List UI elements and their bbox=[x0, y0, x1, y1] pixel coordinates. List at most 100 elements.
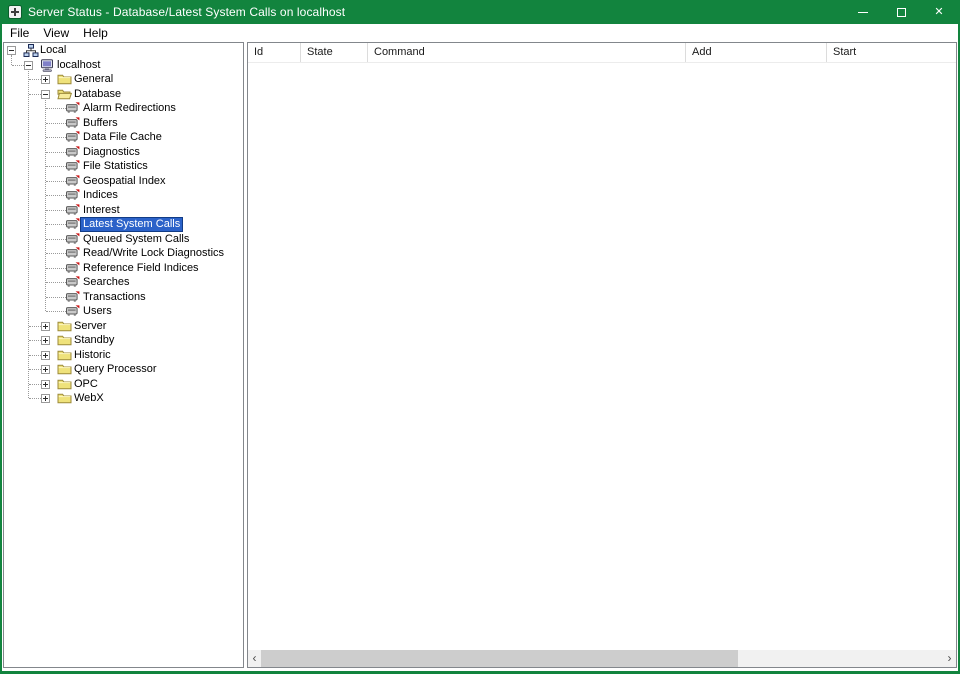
scroll-track[interactable] bbox=[261, 650, 943, 667]
server-status-window: Server Status - Database/Latest System C… bbox=[0, 0, 960, 674]
column-header-start[interactable]: Start bbox=[827, 43, 956, 62]
tree-item-label[interactable]: OPC bbox=[72, 378, 100, 391]
tree-item-localhost[interactable]: localhost bbox=[4, 58, 243, 73]
column-header-state[interactable]: State bbox=[301, 43, 368, 62]
tree-item-historic[interactable]: Historic bbox=[4, 348, 243, 363]
tree-item-transactions[interactable]: Transactions bbox=[4, 290, 243, 305]
tree-item-label[interactable]: Read/Write Lock Diagnostics bbox=[81, 247, 226, 260]
status-table-icon bbox=[66, 117, 82, 130]
tree-connector bbox=[46, 297, 67, 298]
tree-connector bbox=[46, 311, 67, 312]
tree: Local localhostGeneral DatabaseAlarm Redir… bbox=[4, 43, 243, 667]
tree-connector bbox=[29, 369, 42, 370]
status-table-icon bbox=[66, 305, 82, 318]
tree-item-label[interactable]: Database bbox=[72, 88, 123, 101]
tree-item-diagnostics[interactable]: Diagnostics bbox=[4, 145, 243, 160]
menu-item-view[interactable]: View bbox=[36, 24, 76, 42]
status-table-icon bbox=[66, 218, 82, 231]
tree-item-label[interactable]: General bbox=[72, 73, 115, 86]
tree-connector bbox=[29, 384, 42, 385]
menu-item-file[interactable]: File bbox=[3, 24, 36, 42]
folder-icon bbox=[57, 378, 73, 391]
tree-item-file-statistics[interactable]: File Statistics bbox=[4, 159, 243, 174]
expander-plus-icon[interactable] bbox=[41, 322, 50, 331]
tree-item-server[interactable]: Server bbox=[4, 319, 243, 334]
tree-panel: Local localhostGeneral DatabaseAlarm Redir… bbox=[3, 42, 244, 668]
tree-item-label[interactable]: Data File Cache bbox=[81, 131, 164, 144]
column-header-command[interactable]: Command bbox=[368, 43, 686, 62]
minimize-button[interactable] bbox=[844, 0, 882, 24]
tree-item-queued-system-calls[interactable]: Queued System Calls bbox=[4, 232, 243, 247]
tree-item-label[interactable]: Standby bbox=[72, 334, 116, 347]
expander-plus-icon[interactable] bbox=[41, 365, 50, 374]
tree-item-indices[interactable]: Indices bbox=[4, 188, 243, 203]
menu-item-help[interactable]: Help bbox=[76, 24, 115, 42]
expander-plus-icon[interactable] bbox=[41, 75, 50, 84]
folder-icon bbox=[57, 349, 73, 362]
scroll-right-button[interactable]: › bbox=[943, 650, 956, 667]
tree-item-label[interactable]: Latest System Calls bbox=[81, 218, 182, 231]
horizontal-scrollbar[interactable]: ‹ › bbox=[248, 650, 956, 667]
tree-item-label[interactable]: Searches bbox=[81, 276, 131, 289]
expander-minus-icon[interactable] bbox=[7, 46, 16, 55]
tree-item-label[interactable]: Buffers bbox=[81, 117, 120, 130]
tree-item-latest-system-calls[interactable]: Latest System Calls bbox=[4, 217, 243, 232]
tree-item-reference-field-indices[interactable]: Reference Field Indices bbox=[4, 261, 243, 276]
tree-item-label[interactable]: Geospatial Index bbox=[81, 175, 168, 188]
tree-item-label[interactable]: Query Processor bbox=[72, 363, 159, 376]
tree-item-label[interactable]: File Statistics bbox=[81, 160, 150, 173]
expander-plus-icon[interactable] bbox=[41, 380, 50, 389]
column-header-id[interactable]: Id bbox=[248, 43, 301, 62]
expander-minus-icon[interactable] bbox=[24, 61, 33, 70]
window-controls: ✕ bbox=[844, 0, 958, 24]
tree-item-label[interactable]: Local bbox=[38, 44, 68, 57]
tree-item-geospatial-index[interactable]: Geospatial Index bbox=[4, 174, 243, 189]
tree-item-buffers[interactable]: Buffers bbox=[4, 116, 243, 131]
tree-connector bbox=[29, 355, 42, 356]
tree-item-interest[interactable]: Interest bbox=[4, 203, 243, 218]
scroll-left-button[interactable]: ‹ bbox=[248, 650, 261, 667]
tree-item-general[interactable]: General bbox=[4, 72, 243, 87]
tree-item-label[interactable]: Reference Field Indices bbox=[81, 262, 201, 275]
tree-connector bbox=[46, 166, 67, 167]
tree-item-read-write-lock-diagnostics[interactable]: Read/Write Lock Diagnostics bbox=[4, 246, 243, 261]
tree-item-searches[interactable]: Searches bbox=[4, 275, 243, 290]
status-table-icon bbox=[66, 189, 82, 202]
tree-item-label[interactable]: WebX bbox=[72, 392, 106, 405]
maximize-button[interactable] bbox=[882, 0, 920, 24]
status-table-icon bbox=[66, 247, 82, 260]
tree-item-webx[interactable]: WebX bbox=[4, 391, 243, 406]
tree-connector bbox=[46, 123, 67, 124]
expander-plus-icon[interactable] bbox=[41, 351, 50, 360]
tree-item-database[interactable]: Database bbox=[4, 87, 243, 102]
tree-item-data-file-cache[interactable]: Data File Cache bbox=[4, 130, 243, 145]
tree-item-label[interactable]: Indices bbox=[81, 189, 120, 202]
tree-item-users[interactable]: Users bbox=[4, 304, 243, 319]
tree-item-query-processor[interactable]: Query Processor bbox=[4, 362, 243, 377]
tree-item-label[interactable]: Historic bbox=[72, 349, 113, 362]
tree-item-label[interactable]: Queued System Calls bbox=[81, 233, 191, 246]
tree-item-label[interactable]: Alarm Redirections bbox=[81, 102, 178, 115]
tree-connector bbox=[46, 210, 67, 211]
tree-item-local[interactable]: Local bbox=[4, 43, 243, 58]
app-icon bbox=[8, 5, 22, 19]
close-button[interactable]: ✕ bbox=[920, 0, 958, 24]
tree-item-standby[interactable]: Standby bbox=[4, 333, 243, 348]
tree-item-label[interactable]: Interest bbox=[81, 204, 122, 217]
status-table-icon bbox=[66, 175, 82, 188]
tree-item-label[interactable]: Users bbox=[81, 305, 114, 318]
expander-plus-icon[interactable] bbox=[41, 394, 50, 403]
tree-item-label[interactable]: localhost bbox=[55, 59, 102, 72]
expander-plus-icon[interactable] bbox=[41, 336, 50, 345]
tree-item-alarm-redirections[interactable]: Alarm Redirections bbox=[4, 101, 243, 116]
scroll-thumb[interactable] bbox=[261, 650, 738, 667]
tree-connector bbox=[29, 340, 42, 341]
tree-item-label[interactable]: Diagnostics bbox=[81, 146, 142, 159]
expander-minus-icon[interactable] bbox=[41, 90, 50, 99]
tree-connector bbox=[46, 195, 67, 196]
tree-item-opc[interactable]: OPC bbox=[4, 377, 243, 392]
column-header-add[interactable]: Add bbox=[686, 43, 827, 62]
tree-item-label[interactable]: Server bbox=[72, 320, 108, 333]
tree-connector bbox=[46, 137, 67, 138]
tree-item-label[interactable]: Transactions bbox=[81, 291, 148, 304]
